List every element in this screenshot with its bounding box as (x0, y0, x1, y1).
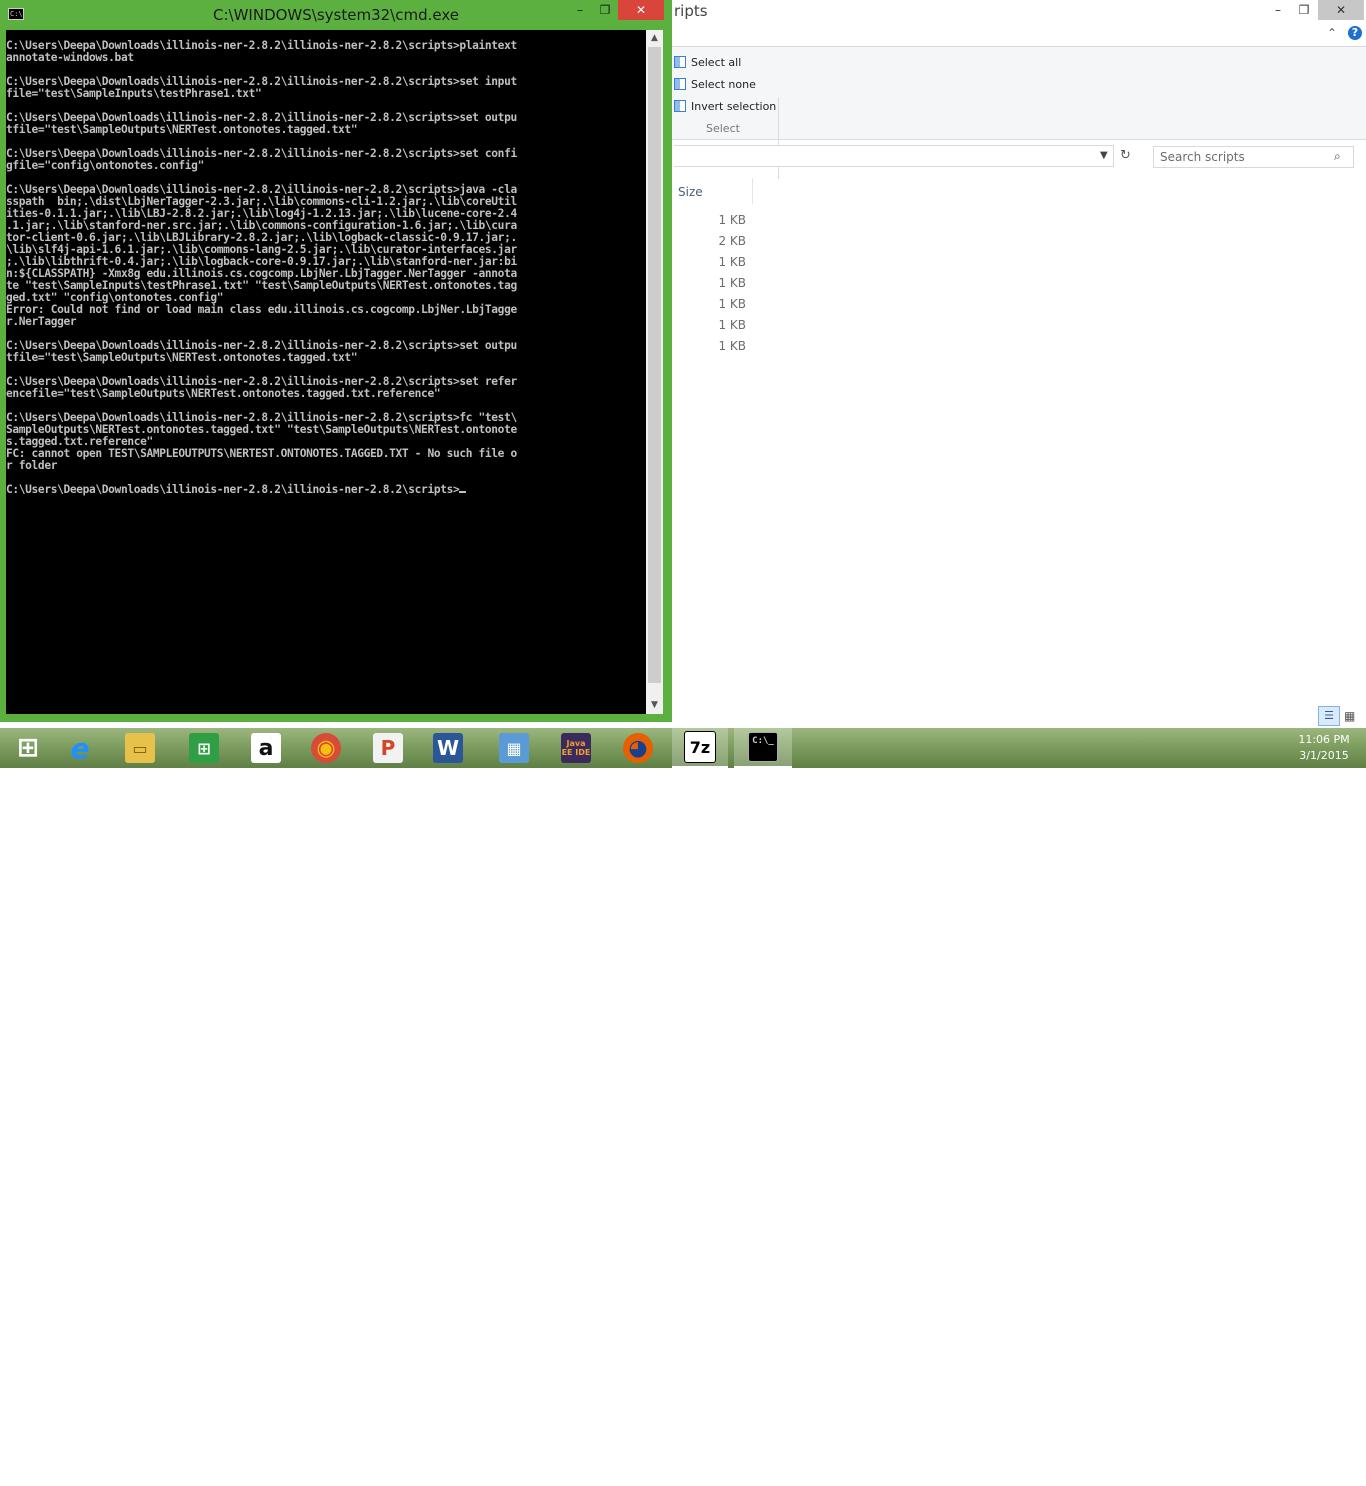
action-center-flag-icon[interactable]: ⚑ (1192, 1469, 1203, 1483)
explorer-close-button[interactable]: ✕ (1318, 0, 1364, 20)
cmd-minimize-button[interactable]: – (570, 0, 590, 20)
scrollbar-thumb[interactable] (648, 47, 661, 683)
word-icon: W (433, 733, 463, 763)
select-all-icon (674, 56, 686, 68)
ribbon-collapse-chevron-icon[interactable]: ⌃ (1327, 26, 1337, 40)
size-column-label: Size (678, 185, 703, 199)
search-icon[interactable]: ⌕ (1334, 149, 1341, 164)
select-none-icon (674, 78, 686, 90)
address-bar[interactable] (674, 145, 1114, 167)
invert-selection-label: Invert selection (691, 99, 777, 113)
select-all-button[interactable]: Select all (674, 53, 741, 71)
details-view-icon[interactable]: ☰ (1318, 706, 1340, 726)
console-text: C:\Users\Deepa\Downloads\illinois-ner-2.… (6, 30, 646, 496)
wifi-signal-icon[interactable]: ▂▄▆ (1240, 1469, 1268, 1483)
file-size-cell[interactable]: 1 KB (674, 273, 746, 294)
cmd-title-bar[interactable]: C:\ C:\WINDOWS\system32\cmd.exe – ❐ ✕ (0, 0, 672, 30)
touch-keyboard-icon[interactable]: ⌨ (1128, 1467, 1151, 1486)
cmd-window: C:\ C:\WINDOWS\system32\cmd.exe – ❐ ✕ C:… (0, 0, 672, 722)
control-panel-icon: ▦ (499, 733, 529, 763)
windows-logo-icon: ⊞ (17, 733, 39, 763)
taskbar-java-ee-ide[interactable]: Java EE IDE (548, 728, 604, 768)
console-text-content: C:\Users\Deepa\Downloads\illinois-ner-2.… (6, 39, 517, 496)
file-size-cell[interactable]: 1 KB (674, 315, 746, 336)
search-input[interactable] (1160, 150, 1330, 164)
taskbar-control-panel[interactable]: ▦ (486, 728, 542, 768)
amazon-icon: a (251, 733, 281, 763)
explorer-title: ripts (674, 2, 708, 20)
console-output[interactable]: C:\Users\Deepa\Downloads\illinois-ner-2.… (6, 30, 646, 714)
show-hidden-icons-icon[interactable]: ▲ (1172, 1469, 1181, 1483)
console-scrollbar[interactable]: ▲ ▼ (646, 30, 663, 714)
scroll-down-arrow-icon[interactable]: ▼ (646, 697, 663, 714)
clock-date: 3/1/2015 (1299, 749, 1349, 762)
7zip-icon: 7z (684, 731, 716, 763)
search-box[interactable]: ⌕ (1153, 146, 1354, 168)
store-icon: ⊞ (189, 733, 219, 763)
scroll-up-arrow-icon[interactable]: ▲ (646, 30, 663, 47)
battery-icon[interactable]: ▯ (1220, 1469, 1227, 1483)
select-none-button[interactable]: Select none (674, 75, 756, 93)
internet-explorer-icon: e (70, 731, 90, 765)
folder-icon: ▭ (125, 733, 155, 763)
cmd-maximize-button[interactable]: ❐ (594, 0, 616, 20)
explorer-minimize-button[interactable]: – (1266, 0, 1290, 20)
select-none-label: Select none (691, 77, 756, 91)
taskbar-internet-explorer[interactable]: e (52, 728, 108, 768)
start-button[interactable]: ⊞ (0, 728, 56, 768)
volume-icon[interactable]: ◀) (1266, 1469, 1280, 1483)
explorer-maximize-button[interactable]: ❐ (1292, 0, 1316, 20)
powerpoint-icon: P (373, 733, 403, 763)
file-size-cell[interactable]: 1 KB (674, 252, 746, 273)
cmd-icon: C:\_ (748, 732, 778, 762)
taskbar-7zip[interactable]: 7z (672, 728, 728, 768)
taskbar-cmd[interactable]: C:\_ (734, 728, 792, 768)
java-ee-ide-icon: Java EE IDE (561, 733, 591, 763)
taskbar-word[interactable]: W (420, 728, 476, 768)
file-size-cell[interactable]: 1 KB (674, 336, 746, 357)
firefox-icon: ◕ (623, 733, 653, 763)
invert-selection-icon (674, 100, 686, 112)
refresh-icon[interactable]: ↻ (1120, 148, 1131, 163)
address-dropdown-icon[interactable]: ▼ (1100, 150, 1108, 161)
large-icons-view-icon[interactable]: ▦ (1344, 709, 1355, 723)
select-all-label: Select all (691, 55, 742, 69)
taskbar-amazon[interactable]: a (238, 728, 294, 768)
file-size-cell[interactable]: 2 KB (674, 231, 746, 252)
taskbar-store[interactable]: ⊞ (176, 728, 232, 768)
taskbar-chrome[interactable]: ◉ (298, 728, 354, 768)
size-column-header[interactable]: Size (674, 178, 753, 204)
text-cursor (459, 491, 467, 493)
taskbar-firefox[interactable]: ◕ (610, 728, 666, 768)
taskbar-powerpoint[interactable]: P (360, 728, 416, 768)
taskbar-file-explorer[interactable]: ▭ (112, 728, 168, 768)
file-size-cell[interactable]: 1 KB (674, 294, 746, 315)
invert-selection-button[interactable]: Invert selection (674, 97, 776, 115)
file-size-list: 1 KB 2 KB 1 KB 1 KB 1 KB 1 KB 1 KB (674, 210, 746, 357)
file-size-cell[interactable]: 1 KB (674, 210, 746, 231)
clock-time: 11:06 PM (1298, 733, 1350, 746)
taskbar: ⊞ e ▭ ⊞ a ◉ P W ▦ Java EE IDE ◕ 7z C:\_ … (0, 728, 1366, 1486)
help-icon[interactable]: ? (1348, 26, 1362, 40)
taskbar-clock[interactable]: 11:06 PM 3/1/2015 (1293, 732, 1355, 764)
select-group-label: Select (706, 122, 740, 135)
cmd-close-button[interactable]: ✕ (618, 0, 664, 20)
chrome-icon: ◉ (311, 733, 341, 763)
